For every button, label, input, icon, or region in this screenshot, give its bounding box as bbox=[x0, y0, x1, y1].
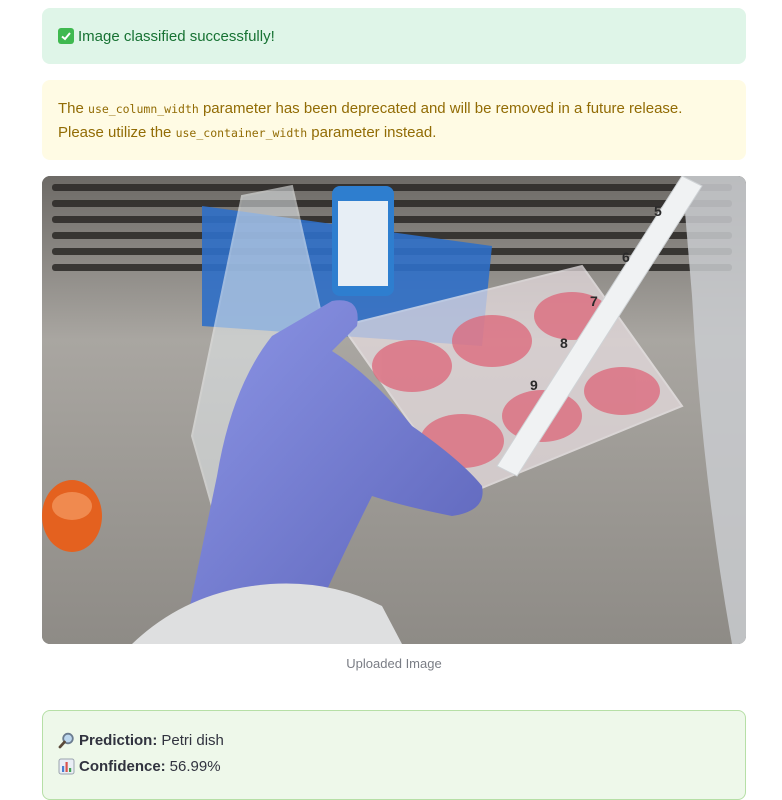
bar-chart-icon bbox=[58, 758, 75, 775]
success-alert: Image classified successfully! bbox=[42, 8, 746, 64]
uploaded-image: 5 6 7 8 9 bbox=[42, 176, 746, 644]
result-box: Prediction: Petri dish Confidence: 56.99… bbox=[42, 710, 746, 800]
warning-text: The bbox=[58, 100, 89, 117]
confidence-label: Confidence: bbox=[79, 757, 166, 775]
deprecation-warning: The use_column_width parameter has been … bbox=[42, 80, 746, 160]
confidence-value: 56.99% bbox=[169, 757, 221, 775]
warning-text: parameter instead. bbox=[307, 124, 437, 141]
prediction-label: Prediction: bbox=[79, 731, 158, 749]
pipette-mark: 5 bbox=[654, 203, 662, 219]
check-mark-icon bbox=[58, 28, 74, 44]
pipette-mark: 7 bbox=[590, 293, 598, 309]
success-message: Image classified successfully! bbox=[78, 27, 275, 45]
prediction-value: Petri dish bbox=[161, 731, 224, 749]
prediction-row: Prediction: Petri dish bbox=[58, 727, 730, 753]
code-use-container-width: use_container_width bbox=[175, 126, 308, 140]
code-use-column-width: use_column_width bbox=[88, 102, 199, 116]
pipette-mark: 8 bbox=[560, 335, 568, 351]
pipette-mark: 6 bbox=[622, 249, 630, 265]
lab-photo: 5 6 7 8 9 bbox=[42, 176, 746, 644]
pipette-mark: 9 bbox=[530, 377, 538, 393]
magnifying-glass-icon bbox=[58, 732, 75, 749]
image-caption: Uploaded Image bbox=[346, 656, 442, 671]
confidence-row: Confidence: 56.99% bbox=[58, 753, 730, 779]
